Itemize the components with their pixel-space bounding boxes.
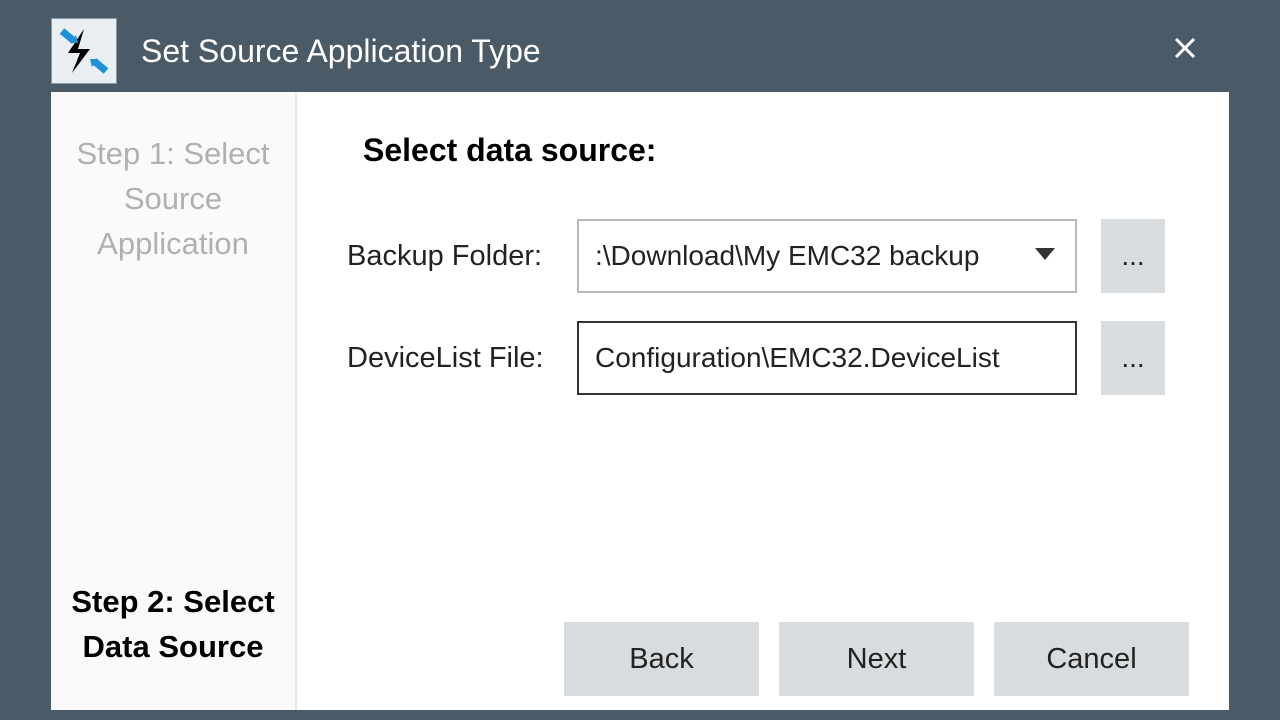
wizard-step-1[interactable]: Step 1: Select Source Application xyxy=(51,92,295,307)
cancel-button[interactable]: Cancel xyxy=(994,622,1189,696)
dialog-client-area: Step 1: Select Source Application Step 2… xyxy=(51,92,1229,710)
app-icon xyxy=(51,18,117,84)
dialog-window: Set Source Application Type Step 1: Sele… xyxy=(51,10,1229,710)
wizard-step-2[interactable]: Step 2: Select Data Source xyxy=(51,540,295,710)
wizard-sidebar: Step 1: Select Source Application Step 2… xyxy=(51,92,297,710)
backup-folder-combobox[interactable] xyxy=(577,219,1077,293)
dialog-title: Set Source Application Type xyxy=(141,33,1165,70)
close-icon xyxy=(1173,36,1197,60)
back-button[interactable]: Back xyxy=(564,622,759,696)
devicelist-file-row: DeviceList File: ... xyxy=(347,321,1189,395)
devicelist-file-browse-button[interactable]: ... xyxy=(1101,321,1165,395)
devicelist-file-label: DeviceList File: xyxy=(347,342,577,375)
devicelist-file-input[interactable] xyxy=(577,321,1077,395)
close-button[interactable] xyxy=(1165,34,1205,68)
backup-folder-label: Backup Folder: xyxy=(347,240,577,273)
wizard-content: Select data source: Backup Folder: ... D… xyxy=(297,92,1229,710)
backup-folder-browse-button[interactable]: ... xyxy=(1101,219,1165,293)
backup-folder-row: Backup Folder: ... xyxy=(347,219,1189,293)
wizard-button-row: Back Next Cancel xyxy=(564,622,1189,696)
next-button[interactable]: Next xyxy=(779,622,974,696)
content-heading: Select data source: xyxy=(363,132,1189,169)
titlebar: Set Source Application Type xyxy=(51,10,1229,92)
